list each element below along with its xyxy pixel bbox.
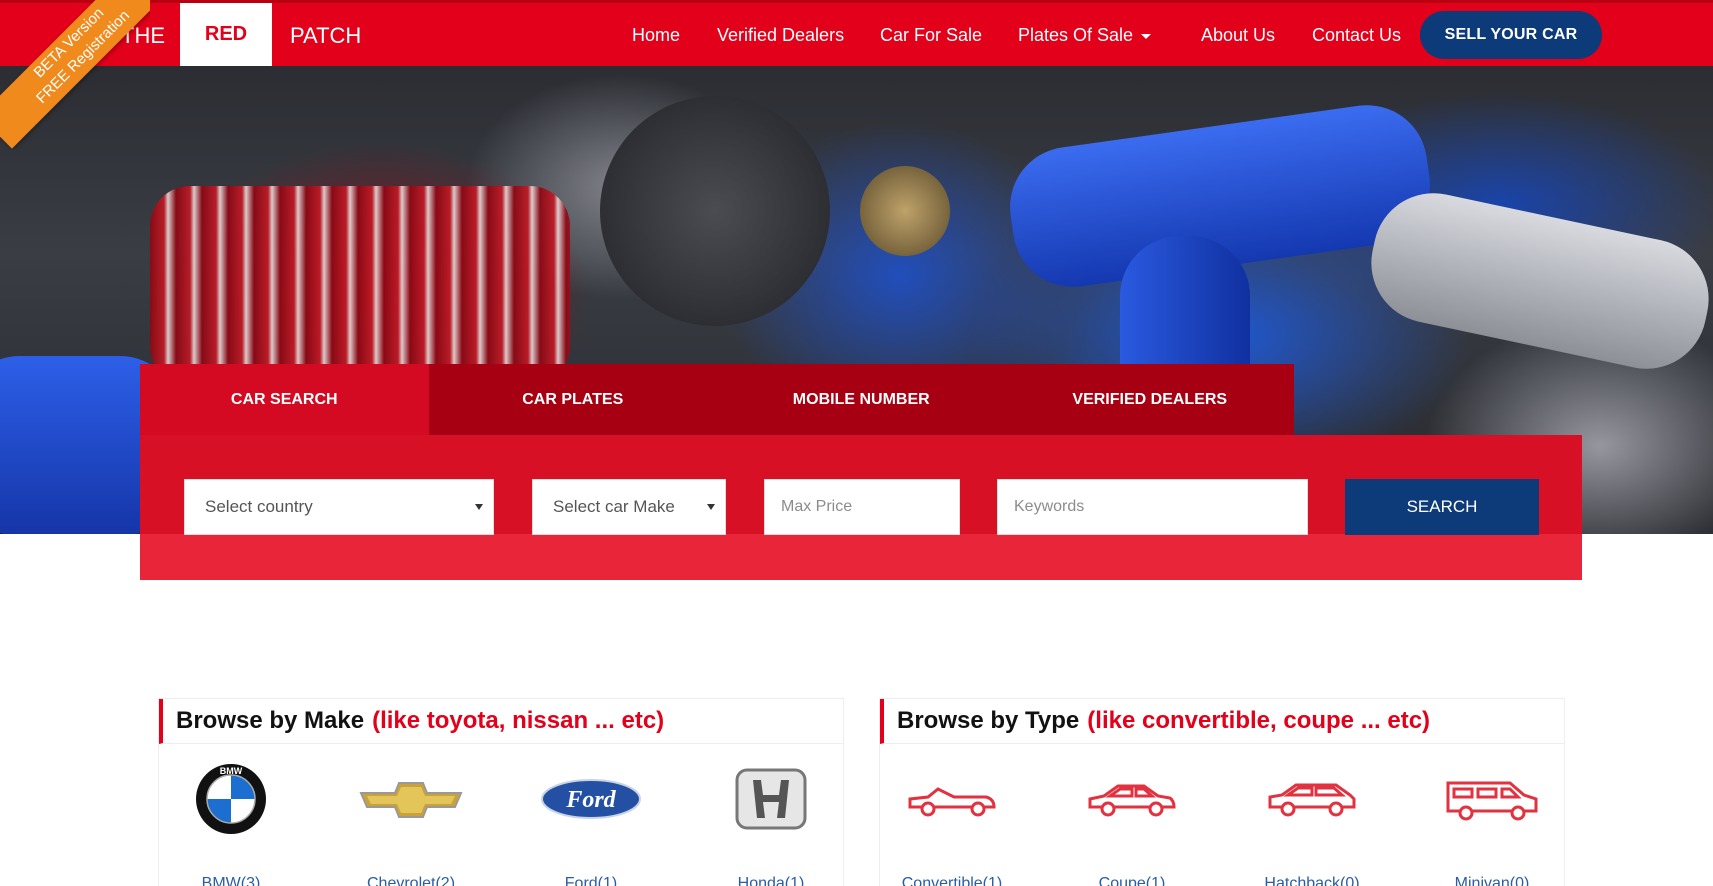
tab-car-plates[interactable]: CAR PLATES: [428, 364, 717, 435]
hero-decoration: [1360, 182, 1713, 380]
keywords-field[interactable]: [997, 479, 1308, 535]
nav-contact-us[interactable]: Contact Us: [1312, 25, 1401, 46]
make-caption-bmw[interactable]: BMW(3): [171, 875, 291, 886]
make-item-bmw[interactable]: BMW BMW(3): [171, 759, 291, 886]
coupe-car-icon: [1072, 759, 1192, 839]
make-item-ford[interactable]: Ford Ford(1): [531, 759, 651, 886]
country-select[interactable]: Select country: [184, 479, 494, 535]
type-item-minivan[interactable]: Minivan(0): [1432, 759, 1552, 886]
make-item-chevrolet[interactable]: Chevrolet(2): [351, 759, 471, 886]
logo-word-patch: PATCH: [290, 23, 362, 48]
page: THE RED PATCH Home Verified Dealers Car …: [0, 0, 1713, 886]
nav-home[interactable]: Home: [632, 25, 680, 46]
keywords-input[interactable]: [1014, 480, 1307, 534]
make-caption-ford[interactable]: Ford(1): [531, 875, 651, 886]
tab-mobile-number[interactable]: MOBILE NUMBER: [717, 364, 1006, 435]
nav-car-for-sale[interactable]: Car For Sale: [880, 25, 982, 46]
dropdown-arrow-icon: [475, 504, 483, 510]
type-item-convertible[interactable]: Convertible(1): [892, 759, 1012, 886]
browse-type-heading: Browse by Type (like convertible, coupe …: [880, 699, 1564, 744]
type-item-coupe[interactable]: Coupe(1): [1072, 759, 1192, 886]
max-price-input[interactable]: [781, 480, 959, 534]
nav-verified-dealers[interactable]: Verified Dealers: [717, 25, 844, 46]
ford-logo-icon: Ford: [531, 759, 651, 839]
search-button[interactable]: SEARCH: [1345, 479, 1539, 535]
nav-plates-of-sale[interactable]: Plates Of Sale: [1018, 25, 1152, 46]
make-caption-chevrolet[interactable]: Chevrolet(2): [351, 875, 471, 886]
type-caption-minivan[interactable]: Minivan(0): [1432, 875, 1552, 886]
sell-your-car-button[interactable]: SELL YOUR CAR: [1420, 11, 1602, 59]
type-caption-convertible[interactable]: Convertible(1): [892, 875, 1012, 886]
svg-text:BMW: BMW: [220, 766, 243, 776]
hero-decoration: [600, 96, 830, 326]
browse-type-subtitle: (like convertible, coupe ... etc): [1087, 707, 1431, 734]
make-caption-honda[interactable]: Honda(1): [711, 875, 831, 886]
nav-plates-label: Plates Of Sale: [1018, 25, 1134, 45]
type-caption-hatchback[interactable]: Hatchback(0): [1252, 875, 1372, 886]
type-item-hatchback[interactable]: Hatchback(0): [1252, 759, 1372, 886]
tab-verified-dealers[interactable]: VERIFIED DEALERS: [1005, 364, 1294, 435]
honda-logo-icon: [711, 759, 831, 839]
car-make-select[interactable]: Select car Make: [532, 479, 726, 535]
hatchback-car-icon: [1252, 759, 1372, 839]
browse-type-title: Browse by Type: [897, 707, 1080, 734]
beta-ribbon-band: BETA Version FREE Registration: [0, 0, 150, 149]
logo-word-red: RED: [180, 3, 272, 66]
dropdown-arrow-icon: [707, 504, 715, 510]
beta-ribbon: BETA Version FREE Registration: [0, 0, 150, 150]
type-caption-coupe[interactable]: Coupe(1): [1072, 875, 1192, 886]
caret-down-icon: [1141, 33, 1152, 39]
browse-by-type-panel: Browse by Type (like convertible, coupe …: [879, 698, 1565, 886]
hero-decoration: [860, 166, 950, 256]
tab-car-search[interactable]: CAR SEARCH: [140, 364, 429, 435]
browse-make-subtitle: (like toyota, nissan ... etc): [372, 707, 665, 734]
nav-about-us[interactable]: About Us: [1201, 25, 1275, 46]
chevrolet-logo-icon: [351, 759, 471, 839]
svg-text:Ford: Ford: [565, 787, 616, 813]
make-item-honda[interactable]: Honda(1): [711, 759, 831, 886]
bmw-logo-icon: BMW: [171, 759, 291, 839]
max-price-field[interactable]: [764, 479, 960, 535]
browse-by-make-panel: Browse by Make (like toyota, nissan ... …: [158, 698, 844, 886]
search-tabs: CAR SEARCH CAR PLATES MOBILE NUMBER VERI…: [140, 364, 1294, 435]
browse-make-heading: Browse by Make (like toyota, nissan ... …: [159, 699, 843, 744]
car-make-select-value: Select car Make: [553, 497, 675, 516]
minivan-car-icon: [1432, 759, 1552, 839]
browse-make-title: Browse by Make: [176, 707, 365, 734]
convertible-car-icon: [892, 759, 1012, 839]
top-navbar: THE RED PATCH Home Verified Dealers Car …: [0, 0, 1713, 66]
country-select-value: Select country: [205, 497, 313, 516]
hero-decoration: [150, 186, 570, 386]
search-panel: Select country Select car Make SEARCH: [140, 435, 1582, 580]
